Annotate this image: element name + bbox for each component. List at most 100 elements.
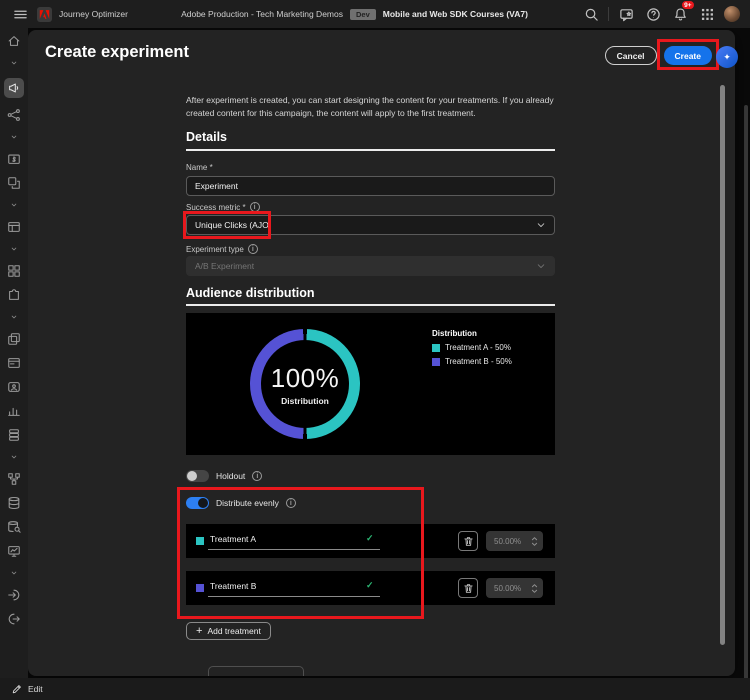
treatment-a-name-field[interactable]: Treatment A [210,534,256,544]
chevron-down-icon[interactable] [9,58,19,68]
app-screen: Journey Optimizer Adobe Production - Tec… [0,0,750,700]
feedback-icon[interactable] [616,4,636,24]
adobe-logo [37,6,52,22]
menu-icon[interactable] [10,4,30,24]
valid-check-icon: ✓ [366,533,374,543]
chevron-down-icon[interactable] [9,132,19,142]
delete-treatment-b-button[interactable] [458,578,478,598]
distribute-evenly-row: Distribute evenly i [186,497,296,509]
treatment-b-name-field[interactable]: Treatment B [210,581,256,591]
create-experiment-dialog: Create experiment Cancel Create After ex… [28,30,735,676]
home-icon[interactable] [7,34,21,48]
donut-center-label: 100% Distribution [270,362,340,406]
notifications-icon[interactable]: 9+ [670,0,696,24]
holdout-label: Holdout [216,471,246,481]
create-button[interactable]: Create [663,46,712,65]
trash-icon [463,536,473,546]
plus-icon: + [196,624,203,637]
name-field-underline [208,549,380,550]
info-icon[interactable]: i [249,202,260,212]
distribute-evenly-toggle[interactable] [186,497,209,509]
experiment-type-dropdown: A/B Experiment [186,256,555,276]
chevron-down-icon[interactable] [9,452,19,462]
monitoring-icon[interactable] [7,544,21,558]
treatment-row-b: Treatment B ✓ 50.00% [186,571,555,605]
legend-item-treatment-b: Treatment B - 50% [432,357,512,366]
profiles-icon[interactable] [7,380,21,394]
user-avatar[interactable] [724,6,741,22]
sources-icon[interactable] [7,588,21,602]
holdout-row: Holdout i [186,470,263,482]
subscriptions-icon[interactable] [7,428,21,442]
chevron-down-icon[interactable] [9,568,19,578]
delete-treatment-a-button[interactable] [458,531,478,551]
journeys-icon[interactable] [7,108,21,122]
schedules-icon[interactable] [7,220,21,234]
audience-rule [186,304,555,306]
chevron-down-icon[interactable] [9,244,19,254]
info-icon[interactable]: i [285,498,296,508]
env-badge: Dev [349,8,376,20]
chevron-down-icon [537,264,545,268]
templates-icon[interactable] [7,332,21,346]
app-switcher-icon[interactable] [697,4,717,24]
edit-mode-label[interactable]: Edit [28,684,43,694]
success-metric-dropdown[interactable]: Unique Clicks (AJO) [186,215,555,235]
experiment-type-value: A/B Experiment [195,261,255,271]
edit-pencil-icon [12,685,21,694]
product-name: Journey Optimizer [59,9,128,19]
landing-pages-icon[interactable] [7,356,21,370]
treatment-a-swatch [432,343,440,352]
partially-visible-button [208,666,304,676]
notification-badge: 9+ [680,0,696,10]
add-treatment-button[interactable]: + Add treatment [186,622,271,640]
fragments-icon[interactable] [7,288,21,302]
datasets-icon[interactable] [7,496,21,510]
name-input[interactable] [186,176,555,196]
decisions-icon[interactable] [7,176,21,190]
page-scrollbar[interactable] [744,105,748,690]
chevron-down-icon[interactable] [9,312,19,322]
stepper-arrows[interactable] [531,536,538,547]
campaigns-icon-active[interactable] [4,78,24,98]
top-bar: Journey Optimizer Adobe Production - Tec… [0,0,750,28]
trash-icon [463,583,473,593]
topbar-divider [608,7,610,21]
legend-item-treatment-a: Treatment A - 50% [432,343,512,352]
dialog-actions: Cancel Create [604,46,712,65]
org-name[interactable]: Adobe Production - Tech Marketing Demos [181,9,343,19]
treatment-b-swatch [432,357,440,366]
offers-icon[interactable] [7,152,21,166]
search-icon[interactable] [581,4,601,24]
treatment-b-percent-stepper[interactable]: 50.00% [486,578,543,598]
schemas-icon[interactable] [7,472,21,486]
destinations-icon[interactable] [7,612,21,626]
treatment-a-percent-stepper[interactable]: 50.00% [486,531,543,551]
distribute-evenly-label: Distribute evenly [216,498,279,508]
dialog-description: After experiment is created, you can sta… [186,95,554,118]
experiment-type-label: Experiment type i [186,244,258,254]
assets-icon[interactable] [7,264,21,278]
sandbox-name[interactable]: Mobile and Web SDK Courses (VA7) [383,9,528,19]
ai-assistant-button[interactable]: ✦ [716,46,738,68]
treatment-a-swatch [196,537,204,545]
audience-heading: Audience distribution [186,286,315,300]
treatment-row-a: Treatment A ✓ 50.00% [186,524,555,558]
chevron-down-icon [537,223,545,227]
success-metric-value: Unique Clicks (AJO) [195,220,272,230]
queries-icon[interactable] [7,520,21,534]
help-icon[interactable] [643,4,663,24]
stepper-arrows[interactable] [531,583,538,594]
audiences-icon[interactable] [7,404,21,418]
info-icon[interactable]: i [252,471,263,481]
sparkle-icon: ✦ [723,51,731,62]
chevron-down-icon[interactable] [9,200,19,210]
details-heading: Details [186,130,227,144]
valid-check-icon: ✓ [366,580,374,590]
info-icon[interactable]: i [247,244,258,254]
cancel-button[interactable]: Cancel [604,46,657,65]
success-metric-label: Success metric * i [186,202,260,212]
chart-legend: Distribution Treatment A - 50% Treatment… [432,329,512,366]
holdout-toggle[interactable] [186,470,209,482]
dialog-scrollbar[interactable] [720,85,725,645]
